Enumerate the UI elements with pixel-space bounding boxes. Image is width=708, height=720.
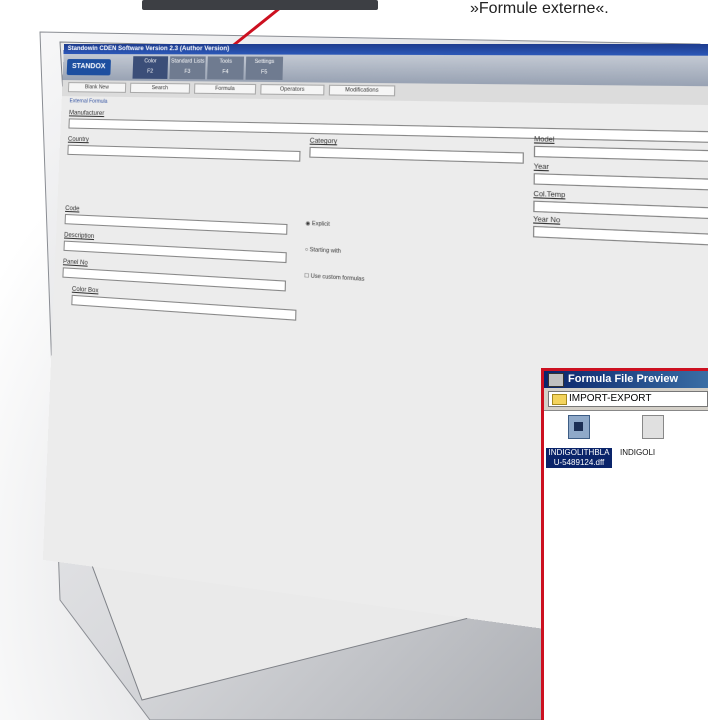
explicit-label: Explicit <box>311 220 330 229</box>
model-field[interactable] <box>533 145 708 163</box>
explicit-radio[interactable]: ◉ Explicit <box>305 220 330 228</box>
tab-key: F3 <box>184 68 191 76</box>
file-item[interactable]: INDIGOLITHBLAU-5489124.dff <box>546 415 612 468</box>
country-label: Country <box>67 136 89 144</box>
window-icon <box>548 373 564 387</box>
use-custom-checkbox[interactable]: ☐ Use custom formulas <box>304 273 365 283</box>
starting-with-radio[interactable]: ○ Starting with <box>305 247 341 255</box>
subtab-operators[interactable]: Operators <box>260 84 325 96</box>
code-field[interactable] <box>64 213 288 235</box>
coltemp-label: Col.Temp <box>533 191 566 200</box>
document-icon <box>642 415 664 439</box>
year-field[interactable] <box>533 173 708 192</box>
year-no-label: Year No <box>533 216 561 225</box>
callout-box <box>142 0 378 10</box>
subtab-modifications[interactable]: Modifications <box>328 84 396 97</box>
tab-tools[interactable]: Tools F4 <box>207 56 245 80</box>
tab-label: Settings <box>254 58 275 66</box>
tab-label: Tools <box>219 58 233 65</box>
tab-key: F2 <box>146 68 154 75</box>
tab-standard-lists[interactable]: Standard Lists F3 <box>169 56 206 80</box>
folder-icon <box>552 394 567 405</box>
model-label: Model <box>533 136 555 144</box>
description-label: Description <box>63 232 95 241</box>
tab-label: Standard Lists <box>170 58 205 65</box>
category-label: Category <box>309 138 338 146</box>
color-box-field[interactable] <box>71 294 297 321</box>
manufacturer-label: Manufacturer <box>68 110 105 118</box>
standox-logo: STANDOX <box>66 59 111 76</box>
year-no-field[interactable] <box>532 225 708 247</box>
document-icon <box>568 415 590 439</box>
starting-with-label: Starting with <box>309 246 342 256</box>
country-field[interactable] <box>67 144 301 162</box>
manufacturer-field[interactable] <box>68 118 708 144</box>
color-box-label: Color Box <box>71 286 99 295</box>
subtab-formula[interactable]: Formula <box>193 83 257 95</box>
code-label: Code <box>65 205 80 213</box>
preview-title: Formula File Preview <box>568 373 679 385</box>
folder-path-field[interactable]: IMPORT-EXPORT <box>548 391 708 407</box>
preview-toolbar: IMPORT-EXPORT <box>544 388 708 411</box>
year-label: Year <box>533 164 549 172</box>
preview-title-bar[interactable]: Formula File Preview <box>544 371 708 388</box>
folder-path: IMPORT-EXPORT <box>569 393 652 404</box>
file-name: INDIGOLI <box>620 448 656 457</box>
panel-no-label: Panel No <box>62 259 88 267</box>
description-field[interactable] <box>63 240 287 264</box>
main-tabs: Color F2 Standard Lists F3 Tools F4 Sett… <box>132 56 284 81</box>
use-custom-label: Use custom formulas <box>310 273 365 283</box>
tab-key: F4 <box>222 69 229 76</box>
formula-file-preview-window: Formula File Preview IMPORT-EXPORT INDIG… <box>541 368 708 720</box>
file-name: INDIGOLITHBLAU-5489124.dff <box>546 448 612 468</box>
subtab-blank-new[interactable]: Blank New <box>67 82 127 93</box>
tab-settings[interactable]: Settings F5 <box>245 56 284 81</box>
file-item[interactable]: INDIGOLI <box>620 415 686 458</box>
subtab-search[interactable]: Search <box>129 82 191 94</box>
tab-label: Color <box>144 58 157 65</box>
category-field[interactable] <box>309 146 524 164</box>
tab-color[interactable]: Color F2 <box>132 56 169 79</box>
tab-key: F5 <box>260 69 268 76</box>
